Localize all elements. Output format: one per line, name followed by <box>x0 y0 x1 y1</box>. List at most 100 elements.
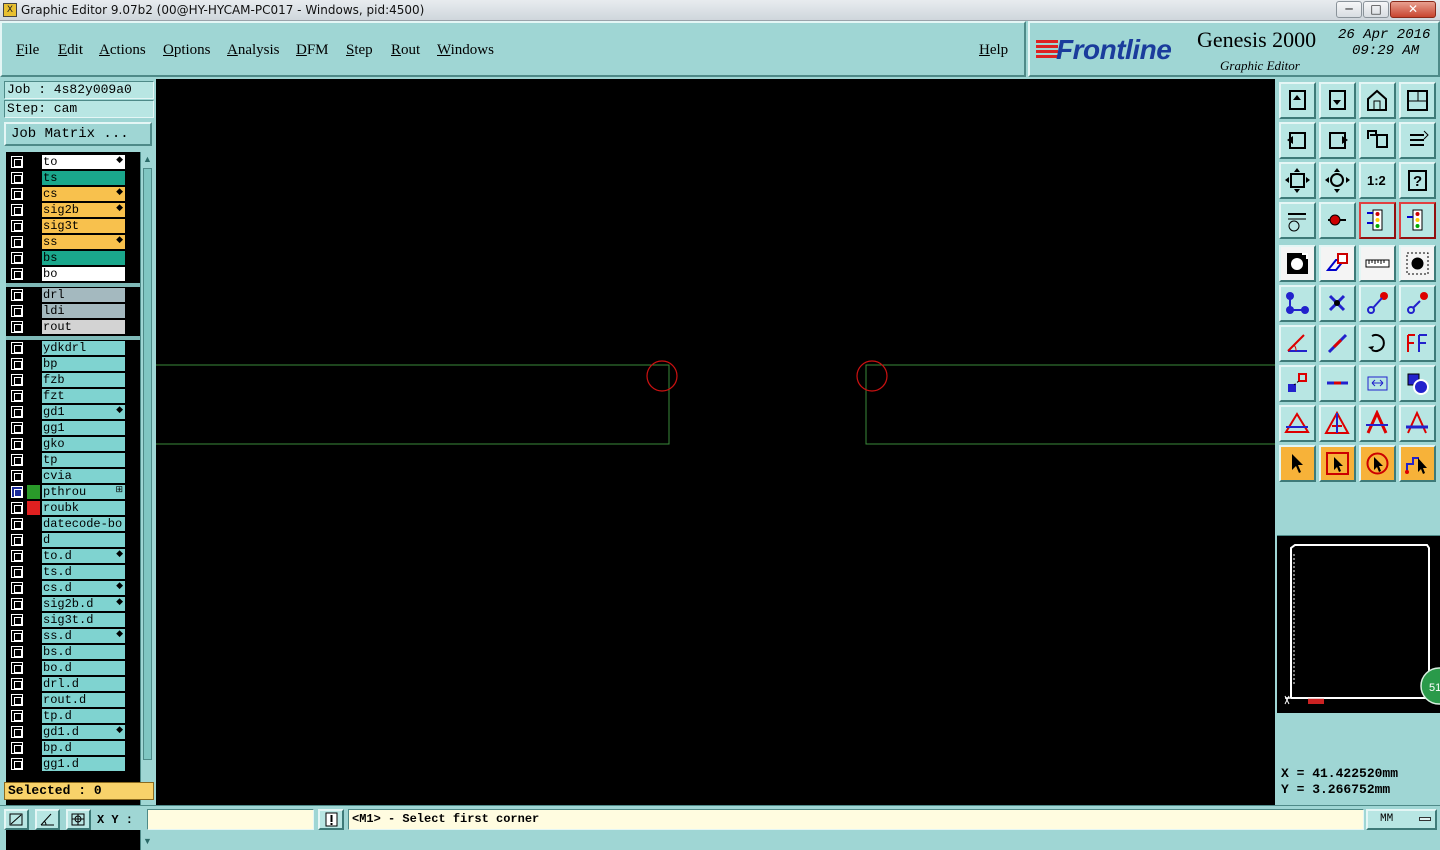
menu-help[interactable]: Help <box>979 42 1008 59</box>
scale-1-2-icon[interactable]: 1:2 <box>1359 162 1396 199</box>
layer-color-swatch[interactable] <box>27 187 40 201</box>
job-matrix-button[interactable]: Job Matrix ... <box>4 122 152 146</box>
undo-icon[interactable] <box>1359 122 1396 159</box>
layer-checkbox[interactable] <box>11 204 23 216</box>
layer-checkbox[interactable] <box>11 758 23 770</box>
select-circle-icon[interactable] <box>1359 445 1396 482</box>
layer-row-cs[interactable]: cs ◆ <box>6 186 140 202</box>
minimize-button[interactable]: ─ <box>1336 1 1362 18</box>
triangle-a-icon[interactable] <box>1319 405 1356 442</box>
layer-row-fzb[interactable]: fzb <box>6 372 140 388</box>
angle-icon[interactable] <box>1279 325 1316 362</box>
layer-name[interactable]: drl.d <box>42 677 125 691</box>
pad-circle-icon[interactable] <box>1399 245 1436 282</box>
layer-row-gd1[interactable]: gd1 ◆ <box>6 404 140 420</box>
layer-checkbox[interactable] <box>11 358 23 370</box>
layer-row-gko[interactable]: gko <box>6 436 140 452</box>
layer-color-swatch[interactable] <box>27 741 40 755</box>
layer-name[interactable]: sig3t.d <box>42 613 125 627</box>
layer-row-fzt[interactable]: fzt <box>6 388 140 404</box>
cross-icon[interactable] <box>1319 285 1356 322</box>
menu-edit[interactable]: Edit <box>58 42 83 59</box>
layer-name[interactable]: d <box>42 533 125 547</box>
layer-name[interactable]: rout <box>42 320 125 334</box>
layer-name[interactable]: ldi <box>42 304 125 318</box>
layer-color-swatch[interactable] <box>27 725 40 739</box>
layer-scrollbar[interactable]: ▲ ▼ <box>140 152 153 850</box>
layer-color-swatch[interactable] <box>27 357 40 371</box>
layer-checkbox[interactable] <box>11 374 23 386</box>
maximize-button[interactable]: □ <box>1363 1 1389 18</box>
layer-checkbox[interactable] <box>11 454 23 466</box>
layer-color-swatch[interactable] <box>27 267 40 281</box>
layer-name[interactable]: ss <box>42 235 125 249</box>
layer-row-bp[interactable]: bp <box>6 356 140 372</box>
layer-color-swatch[interactable] <box>27 597 40 611</box>
layer-checkbox[interactable] <box>11 486 23 498</box>
layer-color-swatch[interactable] <box>27 533 40 547</box>
menu-analysis[interactable]: Analysis <box>227 42 280 59</box>
snap-icon[interactable] <box>1279 245 1316 282</box>
layer-name[interactable]: tp <box>42 453 125 467</box>
layer-checkbox[interactable] <box>11 470 23 482</box>
layer-name[interactable]: ts.d <box>42 565 125 579</box>
grid-snap-icon[interactable] <box>66 809 91 830</box>
layer-color-swatch[interactable] <box>27 235 40 249</box>
layer-row-ss[interactable]: ss ◆ <box>6 234 140 250</box>
layer-checkbox[interactable] <box>11 422 23 434</box>
layer-row-rout[interactable]: rout <box>6 319 140 335</box>
layer-checkbox[interactable] <box>11 582 23 594</box>
layer-name[interactable]: drl <box>42 288 125 302</box>
layer-name[interactable]: cvia <box>42 469 125 483</box>
layer-row-drl[interactable]: drl <box>6 287 140 303</box>
layer-checkbox[interactable] <box>11 662 23 674</box>
layer-row-datecode-bo[interactable]: datecode-bo <box>6 516 140 532</box>
layer-row-tp.d[interactable]: tp.d <box>6 708 140 724</box>
layer-color-swatch[interactable] <box>27 677 40 691</box>
layer-color-swatch[interactable] <box>27 389 40 403</box>
arc-icon[interactable] <box>1359 325 1396 362</box>
layer-checkbox[interactable] <box>11 188 23 200</box>
menu-windows[interactable]: Windows <box>437 42 494 59</box>
layer-name[interactable]: gg1.d <box>42 757 125 771</box>
pointer-icon[interactable] <box>1279 445 1316 482</box>
layer-color-swatch[interactable] <box>27 373 40 387</box>
layer-name[interactable]: bp.d <box>42 741 125 755</box>
layer-color-swatch[interactable] <box>27 341 40 355</box>
layer-name[interactable]: bo.d <box>42 661 125 675</box>
layer-row-gg1.d[interactable]: gg1.d <box>6 756 140 772</box>
layer-color-swatch[interactable] <box>27 251 40 265</box>
layer-color-swatch[interactable] <box>27 549 40 563</box>
layer-color-swatch[interactable] <box>27 453 40 467</box>
layer-color-swatch[interactable] <box>27 469 40 483</box>
layer-checkbox[interactable] <box>11 614 23 626</box>
panel-icon[interactable] <box>1399 82 1436 119</box>
copy-feature-icon[interactable] <box>1279 365 1316 402</box>
triangle-icon[interactable] <box>1279 405 1316 442</box>
layer-checkbox[interactable] <box>11 598 23 610</box>
layer-name[interactable]: to <box>42 155 125 169</box>
cut-line-icon[interactable] <box>1319 365 1356 402</box>
layer-checkbox[interactable] <box>11 236 23 248</box>
layer-checkbox[interactable] <box>11 550 23 562</box>
layer-row-to.d[interactable]: to.d ◆ <box>6 548 140 564</box>
layer-color-swatch[interactable] <box>27 421 40 435</box>
layer-checkbox[interactable] <box>11 518 23 530</box>
layer-checkbox[interactable] <box>11 438 23 450</box>
layer-name[interactable]: fzb <box>42 373 125 387</box>
layer-color-swatch[interactable] <box>27 171 40 185</box>
layer-name[interactable]: bo <box>42 267 125 281</box>
layer-row-bp.d[interactable]: bp.d <box>6 740 140 756</box>
layer-checkbox[interactable] <box>11 406 23 418</box>
a-line-icon[interactable] <box>1399 405 1436 442</box>
shapes-icon[interactable] <box>1399 365 1436 402</box>
zoom-corner-icon[interactable] <box>4 809 29 830</box>
layer-checkbox[interactable] <box>11 268 23 280</box>
layer-name[interactable]: bs <box>42 251 125 265</box>
layer-name[interactable]: ss.d <box>42 629 125 643</box>
menu-rout[interactable]: Rout <box>391 42 420 59</box>
layer-row-cvia[interactable]: cvia <box>6 468 140 484</box>
layer-checkbox[interactable] <box>11 305 23 317</box>
layer-name[interactable]: sig2b.d <box>42 597 125 611</box>
layer-checkbox[interactable] <box>11 678 23 690</box>
